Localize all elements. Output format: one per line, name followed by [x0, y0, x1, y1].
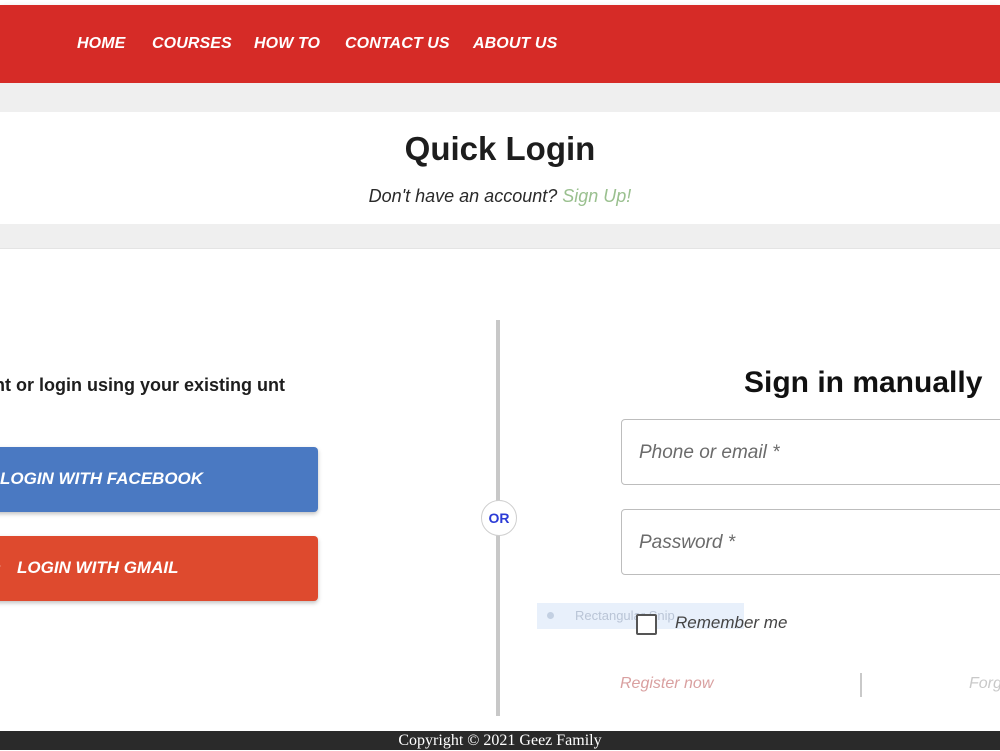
register-now-link[interactable]: Register now [620, 675, 713, 693]
signin-title: Sign in manually [744, 366, 983, 399]
spacer [0, 224, 1000, 248]
social-login-text: nt or login using your existing unt [0, 375, 285, 395]
snip-icon [547, 612, 554, 619]
spacer [0, 83, 1000, 112]
password-input[interactable] [637, 510, 1000, 576]
login-with-gmail-button[interactable]: + LOGIN WITH GMAIL [0, 536, 318, 601]
forgot-password-link[interactable]: Forg [969, 675, 1000, 693]
nav-courses[interactable]: COURSES [152, 35, 232, 53]
signup-link[interactable]: Sign Up! [562, 186, 631, 206]
copyright-text: Copyright © 2021 Geez Family [398, 732, 602, 749]
password-field [621, 509, 1000, 576]
footer: Copyright © 2021 Geez Family [0, 731, 1000, 750]
page-title: Quick Login [404, 130, 596, 167]
remember-me-label[interactable]: Remember me [675, 613, 787, 633]
facebook-button-label: LOGIN WITH FACEBOOK [0, 469, 204, 488]
nav-home[interactable]: HOME [77, 35, 125, 53]
nav-how-to[interactable]: HOW TO [254, 35, 320, 53]
remember-me-checkbox[interactable] [636, 614, 657, 635]
header-card [0, 112, 1000, 224]
nav-contact-us[interactable]: CONTACT US [345, 35, 450, 53]
or-badge: OR [481, 500, 517, 536]
signup-prompt-text: Don't have an account? [368, 186, 558, 206]
gmail-button-label: LOGIN WITH GMAIL [17, 558, 179, 577]
snip-overlay-text: Rectangular Snip [575, 608, 675, 623]
nav-about-us[interactable]: ABOUT US [473, 35, 557, 53]
navbar: HOME COURSES HOW TO CONTACT US ABOUT US [0, 5, 1000, 83]
phone-email-input[interactable] [637, 420, 1000, 486]
login-with-facebook-button[interactable]: LOGIN WITH FACEBOOK [0, 447, 318, 512]
google-plus-icon: + [0, 556, 1, 577]
signup-prompt: Don't have an account? Sign Up! [0, 186, 1000, 207]
link-separator [860, 673, 862, 697]
phone-email-field [621, 419, 1000, 486]
